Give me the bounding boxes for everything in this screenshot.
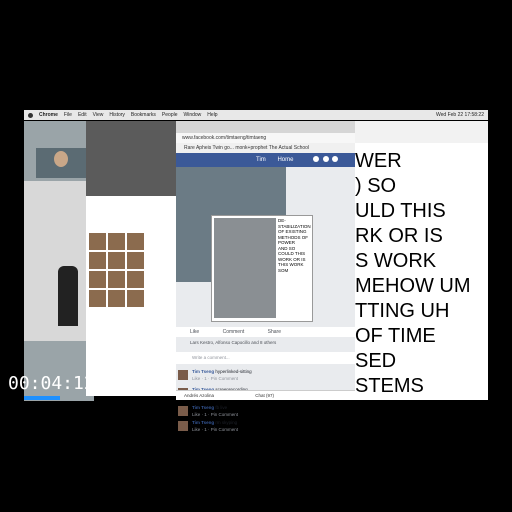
- chat-bar[interactable]: Andrés Azolina Chat (97): [176, 390, 361, 400]
- comment-meta[interactable]: Like · 1 · Pin Comment: [192, 427, 238, 432]
- menu-file[interactable]: File: [64, 112, 72, 118]
- messages-icon[interactable]: [322, 156, 329, 163]
- menu-help[interactable]: Help: [207, 112, 217, 118]
- menu-view[interactable]: View: [93, 112, 104, 118]
- menu-window[interactable]: Window: [184, 112, 202, 118]
- editor-text[interactable]: WER ) SO ULD THIS RK OR IS S WORK MEHOW …: [355, 149, 471, 399]
- gallery-thumb[interactable]: [89, 271, 106, 288]
- commenter-name[interactable]: Tim Tseng fb live: [192, 405, 227, 410]
- share-button[interactable]: Share: [268, 329, 281, 335]
- menu-bar: Chrome File Edit View History Bookmarks …: [24, 110, 488, 120]
- friend-requests-icon[interactable]: [313, 156, 320, 163]
- notifications-icon[interactable]: [332, 156, 339, 163]
- comment-button[interactable]: Comment: [223, 329, 245, 335]
- commenter-name[interactable]: Tim Tseng rm skyping: [192, 420, 237, 425]
- menu-people[interactable]: People: [162, 112, 178, 118]
- menu-history[interactable]: History: [109, 112, 125, 118]
- address-bar[interactable]: www.facebook.com/timtaeng/timtaeng: [176, 133, 366, 143]
- nested-screen-image: [214, 218, 276, 318]
- gallery-header-photo: [86, 121, 180, 196]
- facebook-top-bar: Tim Home: [176, 153, 366, 167]
- like-button[interactable]: Like: [190, 329, 199, 335]
- browser-window: www.facebook.com/timtaeng/timtaeng Rare …: [176, 121, 377, 432]
- commenter-avatar[interactable]: [178, 406, 188, 416]
- photo-gallery-window: [86, 121, 180, 396]
- chat-user[interactable]: Andrés Azolina: [184, 393, 214, 398]
- progress-strip: [24, 396, 60, 400]
- menu-bookmarks[interactable]: Bookmarks: [131, 112, 156, 118]
- comment-meta[interactable]: Like · 1 · Pin Comment: [192, 376, 238, 381]
- nested-screen-capture: DE- STABILIZATION OF EXISTING METHODS OF…: [211, 215, 313, 322]
- editor-toolbar: [355, 121, 488, 143]
- comment-item: Tim Tseng hyperlinked-sitting Like · 1 ·…: [176, 368, 361, 388]
- gallery-thumb[interactable]: [89, 290, 106, 307]
- webcam-person-head: [54, 151, 68, 167]
- menu-edit[interactable]: Edit: [78, 112, 87, 118]
- post-actions: Like Comment Share: [176, 327, 361, 337]
- facebook-feed: DE- STABILIZATION OF EXISTING METHODS OF…: [176, 167, 377, 432]
- menu-clock: Wed Feb 22 17:58:22: [436, 112, 484, 118]
- gallery-thumb[interactable]: [127, 252, 144, 269]
- menu-app-name[interactable]: Chrome: [39, 112, 58, 118]
- comment-input[interactable]: Write a comment...: [176, 352, 377, 364]
- gallery-thumb[interactable]: [127, 271, 144, 288]
- webcam-person: [58, 266, 78, 326]
- apple-icon[interactable]: [28, 112, 33, 118]
- browser-tab-bar: [176, 121, 366, 133]
- commenter-name[interactable]: Tim Tseng hyperlinked-sitting: [192, 369, 252, 374]
- gallery-thumb[interactable]: [108, 271, 125, 288]
- comment-item: Tim Tseng rm skyping Like · 1 · Pin Comm…: [176, 419, 361, 439]
- gallery-thumb[interactable]: [89, 233, 106, 250]
- fb-user-link[interactable]: Tim: [256, 157, 266, 163]
- commenter-avatar[interactable]: [178, 370, 188, 380]
- gallery-thumb[interactable]: [108, 233, 125, 250]
- gallery-thumb[interactable]: [108, 290, 125, 307]
- comment-meta[interactable]: Like · 1 · Pin Comment: [192, 412, 238, 417]
- webcam-feed: [24, 121, 94, 401]
- chat-count[interactable]: Chat (97): [255, 393, 274, 398]
- text-editor-window: WER ) SO ULD THIS RK OR IS S WORK MEHOW …: [355, 121, 488, 400]
- nested-caption-text: DE- STABILIZATION OF EXISTING METHODS OF…: [278, 218, 311, 273]
- bookmarks-bar[interactable]: Rare Apheis Twin go... monk+prophet The …: [176, 143, 366, 153]
- gallery-thumb[interactable]: [127, 290, 144, 307]
- gallery-thumb[interactable]: [89, 252, 106, 269]
- gallery-thumb[interactable]: [127, 233, 144, 250]
- gallery-thumb[interactable]: [108, 252, 125, 269]
- commenter-avatar[interactable]: [178, 421, 188, 431]
- likes-summary[interactable]: Lars Kestro, Alfonso Capocillo and 8 oth…: [176, 339, 375, 347]
- video-timecode: 00:04:12;12: [8, 373, 128, 394]
- fb-home-link[interactable]: Home: [277, 157, 293, 163]
